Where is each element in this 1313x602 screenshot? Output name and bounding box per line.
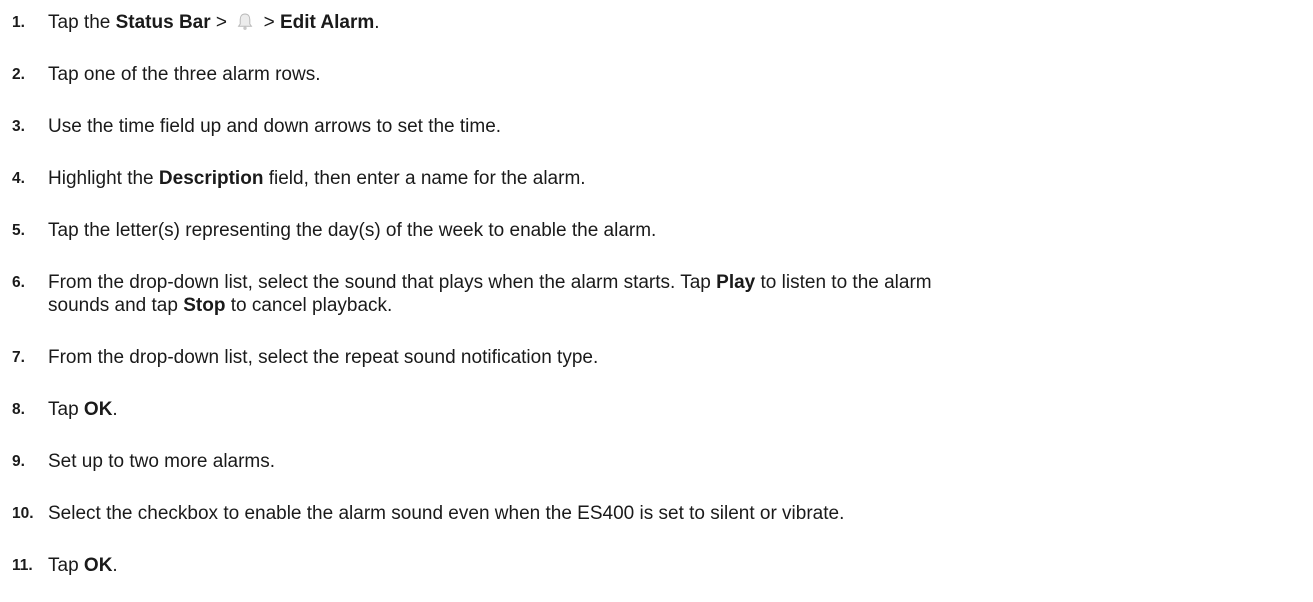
step-number: 9.: [12, 453, 25, 470]
step-number: 7.: [12, 349, 25, 366]
step-number: 2.: [12, 66, 25, 83]
ui-term-edit-alarm: Edit Alarm: [279, 12, 375, 33]
step-text: Set up to two more alarms.: [48, 451, 276, 472]
ui-term-status-bar: Status Bar: [115, 12, 211, 33]
ui-term-stop: Stop: [183, 295, 226, 316]
ui-term-ok: OK: [83, 399, 113, 420]
step-text: Tap one of the three alarm rows.: [48, 64, 321, 85]
ui-term-play: Play: [716, 272, 756, 293]
step-text: Tap the Status Bar > > Edit Alarm.: [48, 11, 380, 33]
ui-term-description: Description: [158, 168, 264, 189]
ui-term-ok: OK: [83, 555, 113, 576]
step-text: From the drop-down list, select the soun…: [48, 272, 932, 316]
step-text: Tap OK.: [48, 399, 118, 420]
step-number: 3.: [12, 118, 25, 135]
step-text: Highlight the Description field, then en…: [48, 168, 586, 189]
step-text: Use the time field up and down arrows to…: [48, 116, 502, 137]
step-number: 10.: [12, 505, 34, 522]
step-text: Tap OK.: [48, 555, 118, 576]
step-number: 6.: [12, 274, 25, 291]
step-number: 5.: [12, 222, 25, 239]
bell-icon: [234, 11, 256, 33]
step-text: From the drop-down list, select the repe…: [48, 347, 599, 368]
step-number: 8.: [12, 401, 25, 418]
step-text: Select the checkbox to enable the alarm …: [48, 503, 845, 524]
step-text: Tap the letter(s) representing the day(s…: [48, 220, 657, 241]
step-number: 1.: [12, 14, 25, 31]
step-number: 11.: [12, 557, 33, 574]
step-number: 4.: [12, 170, 25, 187]
